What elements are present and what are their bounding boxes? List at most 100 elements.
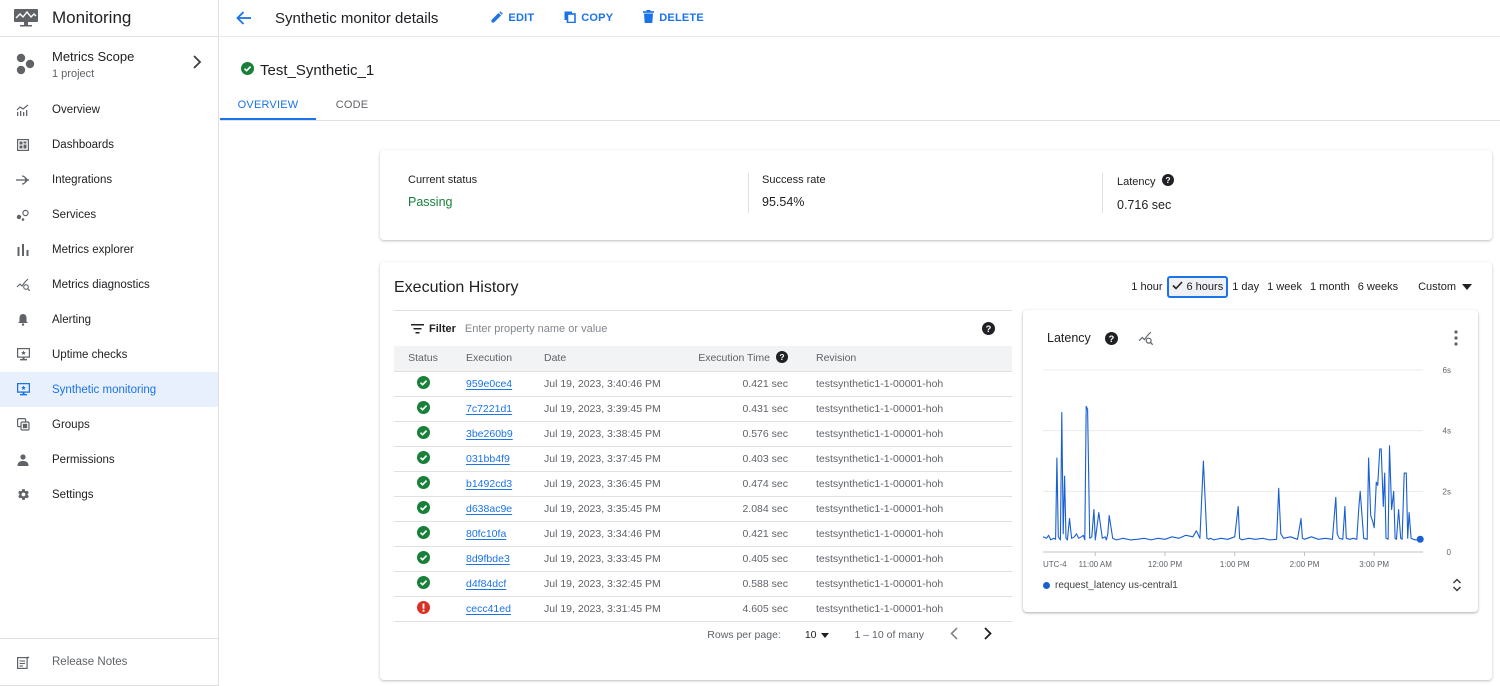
release-notes-link[interactable]: Release Notes — [0, 638, 218, 686]
status-cell — [394, 371, 452, 397]
metrics-explorer-icon — [0, 243, 52, 256]
sidebar-item-groups[interactable]: Groups — [0, 407, 218, 442]
revision-cell: testsynthetic1-1-00001-hoh — [800, 546, 1012, 572]
sidebar-item-settings[interactable]: Settings — [0, 477, 218, 512]
execution-time-cell: 0.421 sec — [670, 521, 800, 547]
execution-time-cell: 0.576 sec — [670, 421, 800, 447]
tab-code[interactable]: CODE — [316, 89, 388, 120]
monitor-name-heading: Test_Synthetic_1 — [241, 62, 374, 79]
execution-time-cell: 4.605 sec — [670, 596, 800, 622]
execution-link[interactable]: 7c7221d1 — [466, 403, 512, 415]
tab-overview[interactable]: OVERVIEW — [220, 89, 316, 120]
bell-icon — [0, 313, 52, 326]
execution-table-body: 959e0ce4 Jul 19, 2023, 3:40:46 PM 0.421 se… — [394, 371, 1012, 622]
sidebar-item-metrics-diagnostics[interactable]: Metrics diagnostics — [0, 267, 218, 302]
help-icon[interactable]: ? — [982, 322, 995, 340]
copy-button[interactable]: COPY — [564, 11, 613, 26]
sidebar-item-uptime-checks[interactable]: Uptime checks — [0, 337, 218, 372]
metrics-scope-selector[interactable]: Metrics Scope 1 project — [0, 37, 218, 91]
rows-per-page-select[interactable]: 10 — [805, 629, 829, 641]
execution-link[interactable]: b1492cd3 — [466, 478, 512, 490]
revision-cell: testsynthetic1-1-00001-hoh — [800, 496, 1012, 522]
range-1-week[interactable]: 1 week — [1263, 281, 1306, 293]
sidebar-header: Monitoring — [0, 0, 218, 37]
date-cell: Jul 19, 2023, 3:31:45 PM — [530, 596, 670, 622]
sidebar-item-services[interactable]: Services — [0, 197, 218, 232]
release-notes-label: Release Notes — [52, 656, 128, 668]
sidebar-item-overview[interactable]: Overview — [0, 92, 218, 127]
range-1-day[interactable]: 1 day — [1228, 281, 1263, 293]
execution-link[interactable]: d4f84dcf — [466, 578, 506, 590]
next-page-button[interactable] — [984, 627, 992, 643]
sidebar-item-label: Permissions — [52, 453, 115, 466]
sidebar-item-label: Metrics diagnostics — [52, 278, 150, 291]
execution-link[interactable]: d638ac9e — [466, 503, 512, 515]
unfold-icon[interactable] — [1452, 578, 1462, 597]
metrics-diagnostics-icon[interactable] — [1138, 331, 1154, 345]
table-row: 8d9fbde3 Jul 19, 2023, 3:33:45 PM 0.405 se… — [394, 546, 1012, 572]
current-status-label: Current status — [408, 174, 478, 186]
back-arrow-icon[interactable] — [220, 11, 266, 25]
execution-link[interactable]: 959e0ce4 — [466, 378, 512, 390]
sidebar-item-alerting[interactable]: Alerting — [0, 302, 218, 337]
sidebar-item-metrics-explorer[interactable]: Metrics explorer — [0, 232, 218, 267]
latency-value: 0.716 sec — [1117, 198, 1172, 212]
column-date: Date — [530, 346, 670, 372]
range-1-month[interactable]: 1 month — [1306, 281, 1354, 293]
date-cell: Jul 19, 2023, 3:32:45 PM — [530, 571, 670, 597]
sidebar-item-integrations[interactable]: Integrations — [0, 162, 218, 197]
delete-button[interactable]: DELETE — [643, 10, 704, 26]
table-row: 7c7221d1 Jul 19, 2023, 3:39:45 PM 0.431 se… — [394, 396, 1012, 422]
column-execution: Execution — [452, 346, 530, 372]
custom-range-dropdown[interactable]: Custom — [1414, 281, 1476, 293]
range-1-hour[interactable]: 1 hour — [1127, 281, 1166, 293]
status-cell — [394, 546, 452, 572]
date-cell: Jul 19, 2023, 3:40:46 PM — [530, 371, 670, 397]
date-cell: Jul 19, 2023, 3:36:45 PM — [530, 471, 670, 497]
divider — [1102, 173, 1103, 213]
series-line-request-latency — [1042, 405, 1421, 541]
integrations-icon — [0, 174, 52, 186]
execution-link[interactable]: 031bb4f9 — [466, 453, 510, 465]
checkmark-icon — [1171, 281, 1183, 293]
check-circle-icon — [241, 62, 254, 79]
help-icon[interactable]: ? — [776, 350, 788, 366]
execution-link[interactable]: 3be260b9 — [466, 428, 513, 440]
execution-cell: d4f84dcf — [452, 571, 530, 597]
sidebar-item-dashboards[interactable]: Dashboards — [0, 127, 218, 162]
sidebar-item-label: Groups — [52, 418, 90, 431]
filter-input[interactable] — [464, 322, 945, 335]
sidebar-nav: Overview Dashboards Integrations Service… — [0, 92, 218, 512]
y-tick-label: 0 — [1447, 548, 1452, 557]
check-circle-icon — [416, 575, 430, 592]
latency-chart-card: Latency ? 0 2s 4s 6s UTC-4 11:00 AM 12:00 PM 1:… — [1023, 310, 1478, 612]
sidebar-item-synthetic-monitoring[interactable]: Synthetic monitoring — [0, 372, 218, 407]
execution-link[interactable]: 80fc10fa — [466, 528, 506, 540]
copy-label: COPY — [581, 12, 614, 24]
more-vert-icon[interactable] — [1454, 330, 1458, 351]
execution-cell: b1492cd3 — [452, 471, 530, 497]
execution-link[interactable]: 8d9fbde3 — [466, 553, 510, 565]
check-circle-icon — [416, 550, 430, 567]
x-tick-label: 3:00 PM — [1359, 560, 1389, 569]
previous-page-button[interactable] — [950, 627, 958, 643]
edit-label: EDIT — [508, 12, 535, 24]
metrics-scope-title: Metrics Scope — [52, 48, 135, 64]
table-row: d638ac9e Jul 19, 2023, 3:35:45 PM 2.084 se… — [394, 496, 1012, 522]
sidebar-item-permissions[interactable]: Permissions — [0, 442, 218, 477]
product-title: Monitoring — [52, 8, 132, 27]
sidebar-item-label: Settings — [52, 488, 94, 501]
groups-icon — [0, 418, 52, 431]
range-6-weeks[interactable]: 6 weeks — [1354, 281, 1402, 293]
execution-time-cell: 0.405 sec — [670, 546, 800, 572]
help-icon[interactable]: ? — [1161, 174, 1174, 189]
execution-link[interactable]: cecc41ed — [466, 603, 511, 615]
execution-cell: 959e0ce4 — [452, 371, 530, 397]
range-6-hours[interactable]: 6 hours — [1166, 276, 1229, 298]
edit-button[interactable]: EDIT — [491, 10, 535, 26]
chart-legend-item[interactable]: request_latency us-central1 — [1043, 580, 1178, 591]
help-icon[interactable]: ? — [1104, 331, 1118, 345]
latency-line-chart[interactable]: 0 2s 4s 6s UTC-4 11:00 AM 12:00 PM 1:00 PM 2:00 … — [1023, 360, 1478, 575]
execution-time-cell: 0.403 sec — [670, 446, 800, 472]
chevron-right-icon — [984, 627, 992, 643]
